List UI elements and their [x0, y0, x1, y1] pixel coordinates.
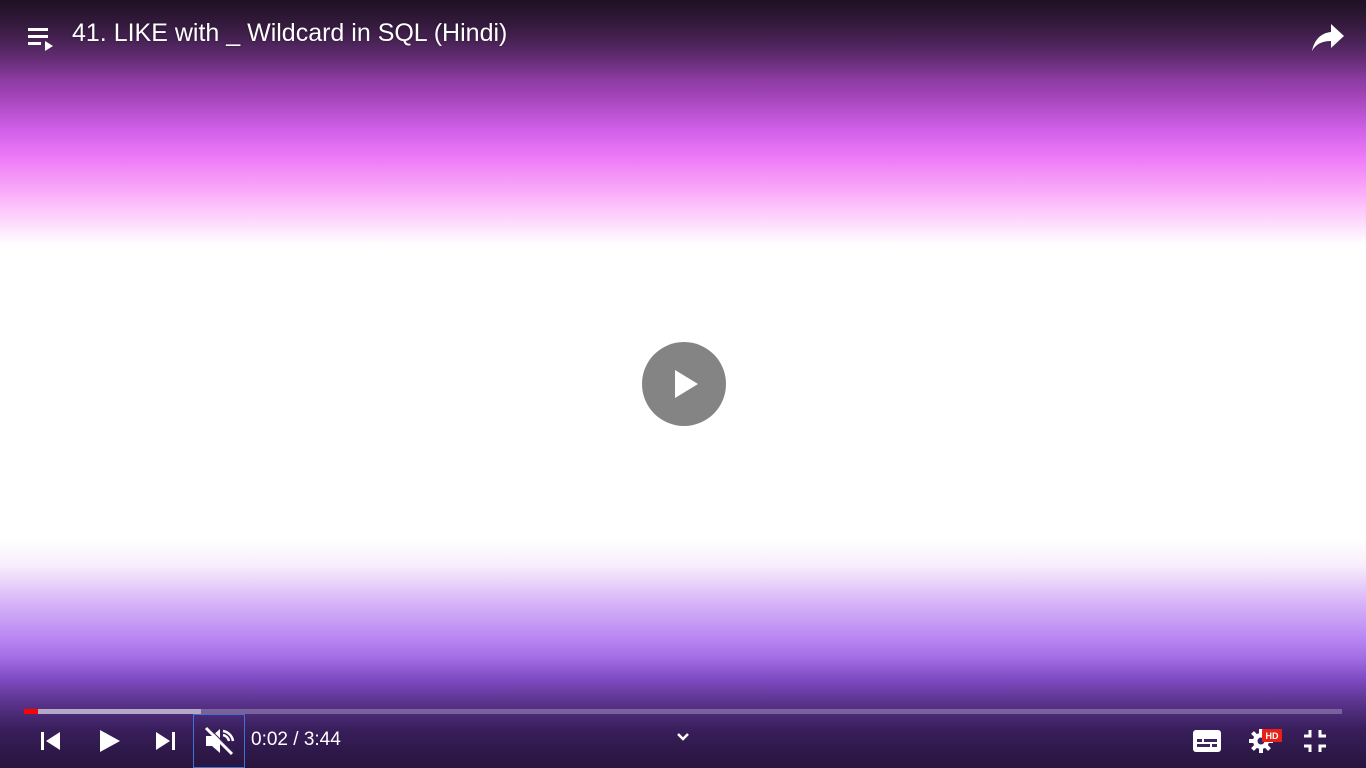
play-icon	[675, 370, 698, 398]
play-button[interactable]	[85, 714, 133, 768]
subtitles-icon	[1193, 730, 1221, 752]
subtitles-button[interactable]	[1183, 714, 1231, 768]
previous-icon	[41, 732, 60, 750]
player-top-bar: 41. LIKE with _ Wildcard in SQL (Hindi)	[0, 0, 1366, 70]
chevron-down-icon[interactable]	[672, 728, 694, 746]
video-player[interactable]: 41. LIKE with _ Wildcard in SQL (Hindi)	[0, 0, 1366, 768]
exit-fullscreen-icon	[1304, 730, 1326, 752]
playlist-play-icon[interactable]	[26, 24, 56, 52]
hd-badge: HD	[1262, 729, 1282, 742]
next-icon	[156, 732, 175, 750]
mute-button[interactable]	[193, 714, 245, 768]
play-icon	[100, 730, 120, 752]
next-button[interactable]	[141, 714, 189, 768]
video-title[interactable]: 41. LIKE with _ Wildcard in SQL (Hindi)	[72, 19, 507, 48]
previous-button[interactable]	[27, 714, 75, 768]
muted-speaker-icon	[204, 726, 235, 756]
share-arrow-icon[interactable]	[1310, 20, 1346, 54]
exit-fullscreen-button[interactable]	[1291, 714, 1339, 768]
center-play-button[interactable]	[642, 342, 726, 426]
time-display: 0:02 / 3:44	[251, 729, 341, 750]
